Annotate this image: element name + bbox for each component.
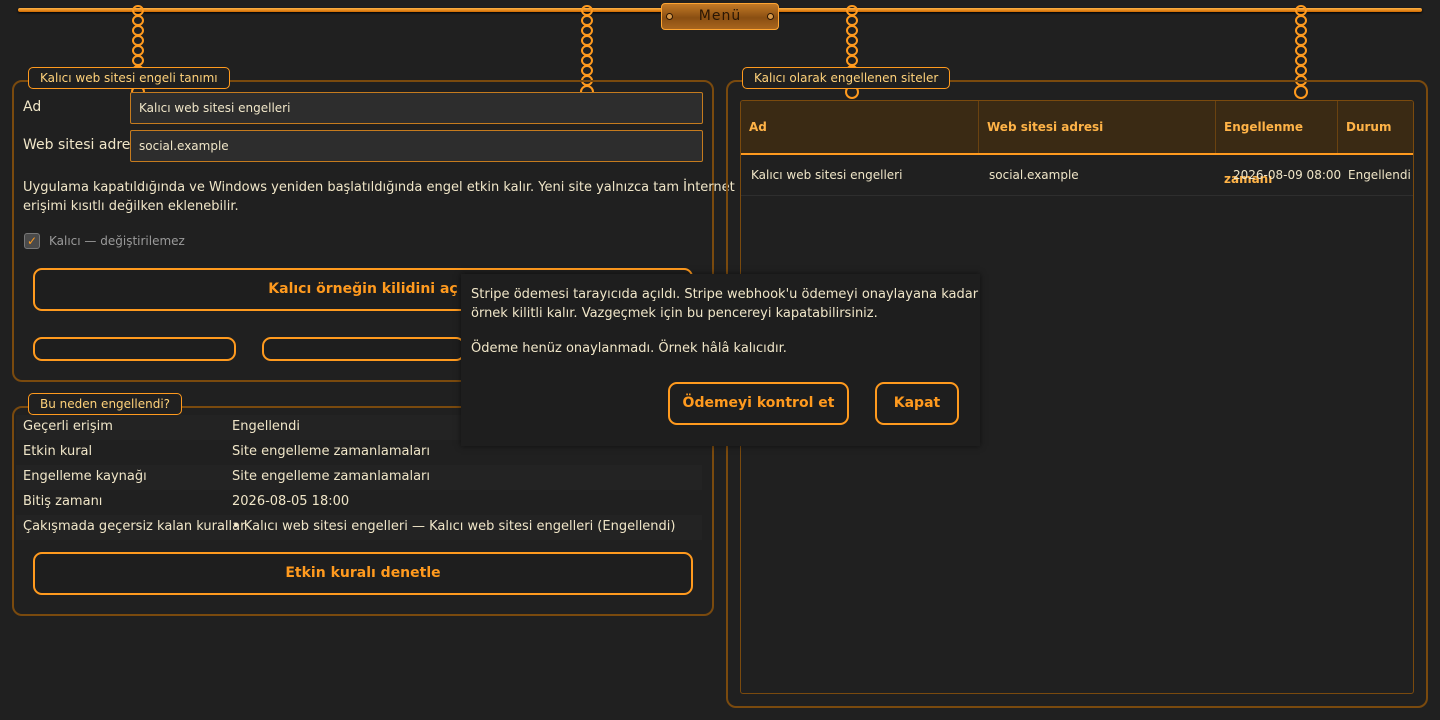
current-access-value: Engellendi bbox=[232, 419, 301, 434]
column-header-blocked-time[interactable]: Engellenme zamanı bbox=[1216, 101, 1338, 186]
close-dialog-button[interactable]: Kapat bbox=[875, 382, 959, 425]
check-payment-button[interactable]: Ödemeyi kontrol et bbox=[668, 382, 849, 425]
column-header-status[interactable]: Durum bbox=[1338, 101, 1413, 153]
cell-name: Kalıcı web sitesi engelleri bbox=[751, 168, 903, 182]
payment-dialog: Stripe ödemesi tarayıcıda açıldı. Stripe… bbox=[461, 274, 980, 446]
blocked-sites-panel-title: Kalıcı olarak engellenen siteler bbox=[742, 67, 951, 89]
info-text-line-2: erişimi kısıtlı değilken eklenebilir. bbox=[23, 199, 239, 214]
definition-panel-title: Kalıcı web sitesi engeli tanımı bbox=[28, 67, 230, 89]
inspect-active-rule-button[interactable]: Etkin kuralı denetle bbox=[33, 552, 693, 595]
payment-status-text: Ödeme henüz onaylanmadı. Örnek hâlâ kalı… bbox=[471, 341, 787, 356]
checkmark-icon: ✓ bbox=[26, 234, 38, 248]
active-rule-value: Site engelleme zamanlamaları bbox=[232, 444, 430, 459]
overridden-rules-value: • Kalıcı web sitesi engelleri — Kalıcı w… bbox=[232, 519, 676, 534]
rivet-icon bbox=[767, 13, 774, 20]
cell-url: social.example bbox=[989, 168, 1079, 182]
end-time-label: Bitiş zamanı bbox=[23, 494, 103, 509]
action-button-1[interactable] bbox=[33, 337, 236, 361]
table-row[interactable]: Kalıcı web sitesi engelleri social.examp… bbox=[741, 155, 1413, 196]
dialog-message-line-1: Stripe ödemesi tarayıcıda açıldı. Stripe… bbox=[471, 287, 979, 302]
column-header-url[interactable]: Web sitesi adresi bbox=[979, 101, 1216, 153]
dialog-message-line-2: örnek kilitli kalır. Vazgeçmek için bu p… bbox=[471, 306, 878, 321]
info-text-line-1: Uygulama kapatıldığında ve Windows yenid… bbox=[23, 180, 735, 195]
why-blocked-panel-title: Bu neden engellendi? bbox=[28, 393, 183, 415]
url-input[interactable]: social.example bbox=[130, 130, 703, 162]
name-label: Ad bbox=[23, 99, 42, 115]
rivet-icon bbox=[666, 13, 673, 20]
active-rule-label: Etkin kural bbox=[23, 444, 93, 459]
unlock-instance-button-label: Kalıcı örneğin kilidini aç bbox=[268, 281, 458, 297]
inspect-active-rule-button-label: Etkin kuralı denetle bbox=[285, 565, 441, 581]
block-source-value: Site engelleme zamanlamaları bbox=[232, 469, 430, 484]
check-payment-button-label: Ödemeyi kontrol et bbox=[682, 395, 835, 411]
cell-blocked-time: 2026-08-09 08:00 bbox=[1233, 168, 1342, 182]
permanent-checkbox-label: Kalıcı — değiştirilemez bbox=[49, 234, 185, 248]
action-button-2[interactable] bbox=[262, 337, 465, 361]
menu-button[interactable]: Menü bbox=[661, 3, 779, 30]
permanent-checkbox[interactable]: ✓ bbox=[24, 233, 40, 249]
close-dialog-button-label: Kapat bbox=[893, 395, 941, 411]
column-header-name[interactable]: Ad bbox=[741, 101, 979, 153]
cell-status: Engellendi bbox=[1348, 168, 1411, 182]
name-input[interactable]: Kalıcı web sitesi engelleri bbox=[130, 92, 703, 124]
block-source-label: Engelleme kaynağı bbox=[23, 469, 147, 484]
table-header: Ad Web sitesi adresi Engellenme zamanı D… bbox=[741, 101, 1413, 186]
current-access-label: Geçerli erişim bbox=[23, 419, 113, 434]
end-time-value: 2026-08-05 18:00 bbox=[232, 494, 350, 509]
url-label: Web sitesi adresi bbox=[23, 137, 142, 153]
menu-button-label: Menü bbox=[698, 8, 742, 24]
overridden-rules-label: Çakışmada geçersiz kalan kurallar bbox=[23, 519, 246, 534]
